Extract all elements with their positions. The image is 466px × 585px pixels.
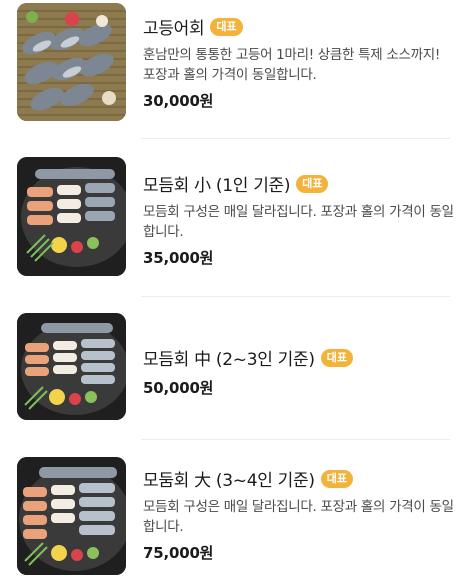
menu-item-assorted-large[interactable]: 모둠회 大 (3~4인 기준) 대표 모듬회 구성은 매일 달라집니다. 포장과… — [0, 440, 466, 585]
menu-item-name: 고등어회 — [143, 19, 205, 39]
menu-item-description: 모듬회 구성은 매일 달라집니다. 포장과 홀의 가격이 동일합니다. — [143, 204, 454, 240]
menu-item-price: 35,000원 — [143, 249, 214, 267]
menu-item-info: 모듬회 小 (1인 기준) 대표 모듬회 구성은 매일 달라집니다. 포장과 홀… — [143, 171, 454, 268]
menu-item-info: 고등어회 대표 훈남만의 통통한 고등어 1마리! 상큼한 특제 소스까지! 포… — [143, 14, 454, 111]
menu-item-name: 모둠회 大 (3~4인 기준) — [143, 471, 315, 491]
menu-item-image[interactable] — [17, 313, 126, 420]
menu-item-description: 모듬회 구성은 매일 달라집니다. 포장과 홀의 가격이 동일합니다. — [143, 499, 454, 535]
title-row: 모둠회 大 (3~4인 기준) 대표 — [143, 466, 454, 491]
menu-item-assorted-small[interactable]: 모듬회 小 (1인 기준) 대표 모듬회 구성은 매일 달라집니다. 포장과 홀… — [0, 139, 466, 296]
menu-item-description: 훈남만의 통통한 고등어 1마리! 상큼한 특제 소스까지! 포장과 홀의 가격… — [143, 47, 440, 83]
menu-item-price: 50,000원 — [143, 379, 214, 397]
menu-item-mackerel[interactable]: 고등어회 대표 훈남만의 통통한 고등어 1마리! 상큼한 특제 소스까지! 포… — [0, 0, 466, 135]
signature-badge: 대표 — [320, 348, 353, 367]
title-row: 모듬회 中 (2~3인 기준) 대표 — [143, 345, 454, 370]
menu-item-info: 모듬회 中 (2~3인 기준) 대표 50,000원 — [143, 345, 454, 398]
menu-item-price: 30,000원 — [143, 92, 214, 110]
signature-badge: 대표 — [320, 469, 353, 488]
menu-item-price: 75,000원 — [143, 544, 214, 562]
menu-item-info: 모둠회 大 (3~4인 기준) 대표 모듬회 구성은 매일 달라집니다. 포장과… — [143, 466, 454, 563]
menu-item-assorted-medium[interactable]: 모듬회 中 (2~3인 기준) 대표 50,000원 — [0, 297, 466, 439]
title-row: 고등어회 대표 — [143, 14, 454, 39]
menu-item-image[interactable] — [17, 157, 126, 276]
menu-item-image[interactable] — [17, 457, 126, 575]
title-row: 모듬회 小 (1인 기준) 대표 — [143, 171, 454, 196]
signature-badge: 대표 — [296, 174, 329, 193]
menu-item-name: 모듬회 中 (2~3인 기준) — [143, 350, 315, 370]
menu-list: 고등어회 대표 훈남만의 통통한 고등어 1마리! 상큼한 특제 소스까지! 포… — [0, 0, 466, 585]
signature-badge: 대표 — [210, 17, 243, 36]
menu-item-name: 모듬회 小 (1인 기준) — [143, 176, 291, 196]
menu-item-image[interactable] — [17, 3, 126, 121]
